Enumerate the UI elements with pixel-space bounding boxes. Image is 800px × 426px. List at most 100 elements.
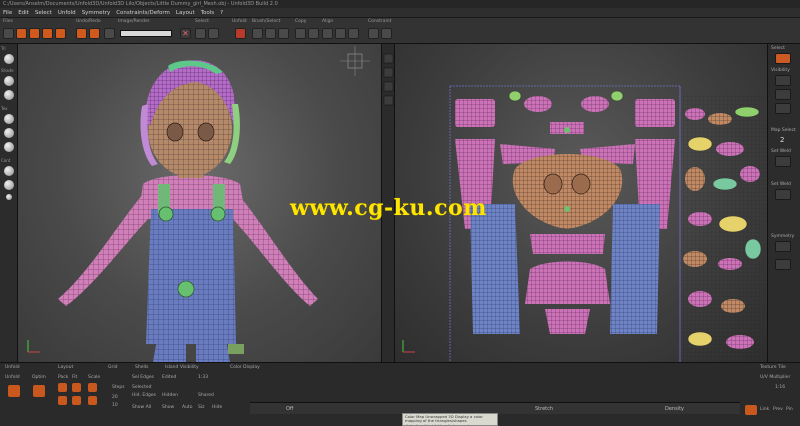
constraint-icon[interactable] (381, 28, 392, 39)
layout-button-2[interactable] (58, 396, 67, 405)
color-mode-density[interactable]: Density (665, 406, 684, 412)
menu-bar: File Edit Select Unfold Symmetry Constra… (0, 8, 800, 18)
menu-layout[interactable]: Layout (176, 10, 195, 16)
ratio-value[interactable]: 1:33 (198, 375, 208, 380)
unfold-icon[interactable] (235, 28, 246, 39)
label-link[interactable]: Link (760, 407, 769, 412)
menu-constraints[interactable]: Constraints/Deform (116, 10, 170, 16)
tooltip: Color Map Unwrapped 3D Display a color m… (402, 413, 498, 426)
label-prev[interactable]: Prev (773, 407, 783, 412)
lasso-icon[interactable] (265, 28, 276, 39)
menu-tools[interactable]: Tools (201, 10, 215, 16)
menu-select[interactable]: Select (35, 10, 52, 16)
label-siz[interactable]: Siz (198, 405, 204, 410)
brush-icon[interactable] (252, 28, 263, 39)
paste-icon[interactable] (308, 28, 319, 39)
undo-icon[interactable] (76, 28, 87, 39)
texture-toggle-1[interactable] (4, 114, 14, 124)
section-grid: Grid (108, 365, 118, 370)
section-unfold: Unfold (5, 365, 20, 370)
tri-display-toggle[interactable] (4, 54, 14, 64)
menu-unfold[interactable]: Unfold (58, 10, 76, 16)
close-icon[interactable]: ✕ (180, 28, 191, 39)
shade-toggle-1[interactable] (4, 76, 14, 86)
grab-icon[interactable] (278, 28, 289, 39)
align-center-icon[interactable] (335, 28, 346, 39)
steps-label: Steps (112, 385, 125, 390)
iter-value[interactable]: 10 (112, 403, 118, 408)
toolbar-group-image: Image/Render (118, 19, 150, 24)
menu-file[interactable]: File (3, 10, 12, 16)
color-mode-stretch[interactable]: Stretch (535, 406, 553, 412)
section-texture-tile: Texture Tile (760, 365, 786, 370)
copy-icon[interactable] (295, 28, 306, 39)
pin-icon[interactable] (368, 28, 379, 39)
set-weld-button-1[interactable] (775, 156, 791, 167)
right-label-map-select: Map Select (771, 128, 796, 133)
image-path-field[interactable] (120, 30, 172, 37)
color-mode-off[interactable]: Off (286, 406, 293, 412)
option-selected[interactable]: Selected (132, 385, 152, 390)
save-file-icon[interactable] (29, 28, 40, 39)
set-weld-button-2[interactable] (775, 189, 791, 200)
layout-button-3[interactable] (72, 396, 81, 405)
scale-button[interactable] (88, 383, 97, 392)
select-edge-icon[interactable] (208, 28, 219, 39)
section-island-visibility: Island Visibility (165, 365, 199, 370)
texture-toggle-2[interactable] (4, 128, 14, 138)
shade-toggle-2[interactable] (4, 90, 14, 100)
align-left-icon[interactable] (322, 28, 333, 39)
export-icon[interactable] (55, 28, 66, 39)
symmetry-button[interactable] (775, 241, 791, 252)
window-title: C:/Users/Anselm/Documents/Unfold3D/Unfol… (3, 1, 278, 7)
contour-toggle-2[interactable] (4, 180, 14, 190)
option-edited[interactable]: Edited (162, 375, 176, 380)
label-pin[interactable]: Pin (786, 407, 793, 412)
label-hide[interactable]: Hide (212, 405, 222, 410)
option-shared[interactable]: Shared (198, 393, 214, 398)
left-tool-bar: Tri Shade Tex Cont (0, 44, 18, 362)
optimize-button[interactable] (33, 385, 45, 397)
section-shells: Shells (135, 365, 149, 370)
import-icon[interactable] (42, 28, 53, 39)
select-mode-button[interactable] (775, 53, 791, 64)
new-file-icon[interactable] (3, 28, 14, 39)
contour-toggle-1[interactable] (4, 166, 14, 176)
render-icon[interactable] (104, 28, 115, 39)
menu-symmetry[interactable]: Symmetry (82, 10, 111, 16)
select-vertex-icon[interactable] (195, 28, 206, 39)
visibility-button-3[interactable] (775, 103, 791, 114)
unfold-label: Unfold (5, 375, 20, 380)
visibility-button-1[interactable] (775, 75, 791, 86)
steps-value[interactable]: 20 (112, 395, 118, 400)
contour-toggle-3[interactable] (6, 194, 12, 200)
visibility-button-2[interactable] (775, 89, 791, 100)
menu-edit[interactable]: Edit (18, 10, 29, 16)
align-right-icon[interactable] (348, 28, 359, 39)
option-hidden[interactable]: Hidden (162, 393, 178, 398)
toolbar-group-undo: Undo/Redo (76, 19, 101, 24)
fit-button[interactable] (72, 383, 81, 392)
pack-label: Pack (58, 375, 69, 380)
label-show[interactable]: Show (162, 405, 174, 410)
unfold-button[interactable] (8, 385, 20, 397)
menu-help[interactable]: ? (220, 10, 223, 16)
redo-icon[interactable] (89, 28, 100, 39)
toolbar-group-brush: Brush/Select (252, 19, 281, 24)
open-file-icon[interactable] (16, 28, 27, 39)
option-hid-edges[interactable]: Hid. Edges (132, 393, 156, 398)
toolbar-group-unfold: Unfold (232, 19, 247, 24)
left-label-shade: Shade (1, 68, 14, 73)
option-show-all[interactable]: Show All (132, 405, 151, 410)
option-sel-edges[interactable]: Sel Edges (132, 375, 154, 380)
section-color-display: Color Display (230, 365, 260, 370)
section-layout: Layout (58, 365, 74, 370)
left-label-tex: Tex (1, 106, 8, 111)
layout-button-4[interactable] (88, 396, 97, 405)
label-auto[interactable]: Auto (182, 405, 192, 410)
texture-tile-button[interactable] (745, 405, 757, 415)
pack-button[interactable] (58, 383, 67, 392)
symmetry-axis-button[interactable] (775, 259, 791, 270)
uv-multiplier-value[interactable]: 1:16 (775, 385, 785, 390)
texture-toggle-3[interactable] (4, 142, 14, 152)
